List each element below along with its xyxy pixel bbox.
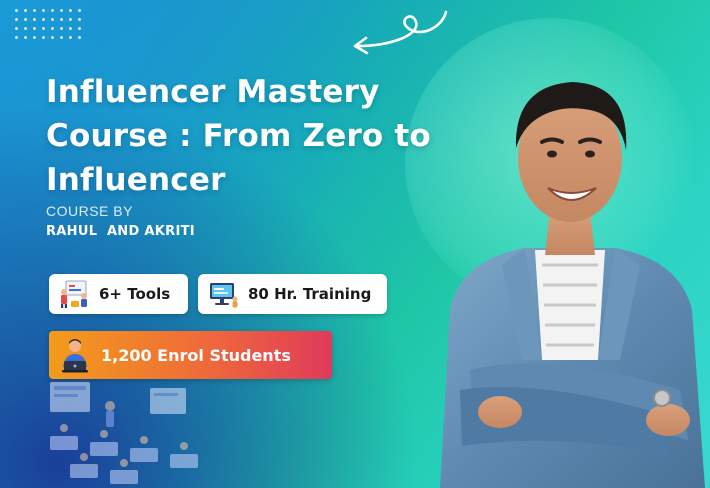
computer-training-icon [210,283,238,308]
curly-arrow-icon [353,10,448,55]
dot-grid-pattern [12,6,84,40]
tools-label: 6+ Tools [99,285,171,303]
course-title: Influencer Mastery Course : From Zero to… [46,70,466,202]
course-banner: Influencer Mastery Course : From Zero to… [0,0,710,488]
training-badge: 80 Hr. Training [198,274,387,314]
course-title-line: Influencer Mastery [46,74,380,110]
course-authors: RAHUL AND AKRITI [46,224,195,239]
training-label: 80 Hr. Training [248,285,372,303]
student-laptop-icon [62,339,88,373]
tools-badge: 6+ Tools [49,274,188,314]
course-by-label: COURSE BY [46,203,133,219]
team-tools-icon [61,280,87,308]
enrolment-badge: 1,200 Enrol Students [49,331,332,379]
course-title-line: Influencer [46,162,226,198]
course-title-line: Course : From Zero to [46,118,431,154]
enrolment-label: 1,200 Enrol Students [101,345,291,365]
classroom-illustration [50,382,198,484]
instructor-photo [440,82,705,488]
